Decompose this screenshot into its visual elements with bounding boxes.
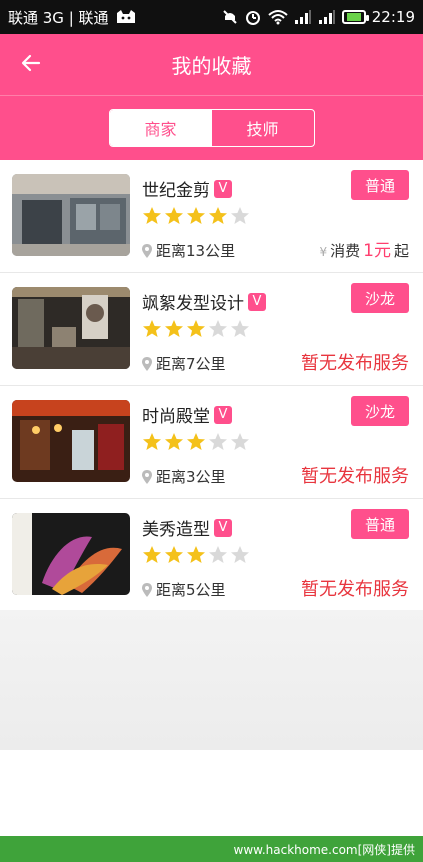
rating-stars <box>142 206 250 226</box>
shop-type-tag: 沙龙 <box>351 283 409 313</box>
no-service-status: 暂无发布服务 <box>301 353 409 374</box>
star-filled-icon <box>165 546 183 563</box>
tab-technicians[interactable]: 技师 <box>212 110 314 146</box>
verified-badge: V <box>214 518 232 537</box>
header-bar: 我的收藏 <box>0 34 423 96</box>
tab-bar: 商家 技师 <box>0 96 423 160</box>
signal-icon-2 <box>318 9 336 25</box>
page-title: 我的收藏 <box>171 54 252 78</box>
signal-icon-1 <box>294 9 312 25</box>
star-empty-icon <box>209 320 227 337</box>
distance-info: 距离13公里 <box>142 240 235 261</box>
back-arrow-icon <box>21 54 41 76</box>
star-filled-icon <box>209 207 227 224</box>
star-filled-icon <box>165 320 183 337</box>
distance-text: 距离3公里 <box>156 468 226 486</box>
wifi-icon <box>268 9 288 25</box>
blank-area <box>0 750 423 836</box>
favorites-list: 世纪金剪 V 普通 距离13公里 ¥ 消费 1元 起 飒絮发型设计 V 沙龙 距… <box>0 160 423 612</box>
empty-area <box>0 610 423 750</box>
shop-name: 时尚殿堂 <box>142 407 210 427</box>
shop-type-tag: 普通 <box>351 170 409 200</box>
back-button[interactable] <box>16 50 46 80</box>
shop-thumbnail <box>12 400 130 482</box>
verified-badge: V <box>248 292 266 311</box>
star-filled-icon <box>187 433 205 450</box>
location-pin-icon <box>142 356 152 371</box>
carrier-text: 联通 3G | 联通 <box>8 8 109 27</box>
rating-stars <box>142 432 250 452</box>
star-filled-icon <box>187 207 205 224</box>
mute-icon <box>222 9 238 25</box>
star-empty-icon <box>231 433 249 450</box>
price-prefix: 消费 <box>330 242 361 260</box>
shop-name-row: 美秀造型 V <box>142 515 232 540</box>
distance-text: 距离13公里 <box>156 242 236 260</box>
verified-badge: V <box>214 405 232 424</box>
shop-type-tag: 普通 <box>351 509 409 539</box>
location-pin-icon <box>142 582 152 597</box>
shop-name-row: 飒絮发型设计 V <box>142 289 266 314</box>
star-empty-icon <box>209 433 227 450</box>
status-bar-left: 联通 3G | 联通 <box>8 7 137 28</box>
segmented-control: 商家 技师 <box>108 109 315 147</box>
currency-icon: ¥ <box>319 245 328 259</box>
star-empty-icon <box>209 546 227 563</box>
list-item[interactable]: 世纪金剪 V 普通 距离13公里 ¥ 消费 1元 起 <box>0 160 423 273</box>
location-pin-icon <box>142 243 152 258</box>
watermark-text: www.hackhome.com[网侠]提供 <box>233 842 416 857</box>
price-info: ¥ 消费 1元 起 <box>320 236 410 261</box>
distance-info: 距离7公里 <box>142 353 226 374</box>
distance-info: 距离5公里 <box>142 579 226 600</box>
tab-merchants[interactable]: 商家 <box>109 110 212 146</box>
distance-info: 距离3公里 <box>142 466 226 487</box>
cat-notification-icon <box>115 9 137 25</box>
star-filled-icon <box>165 433 183 450</box>
shop-name-row: 时尚殿堂 V <box>142 402 232 427</box>
shop-name-row: 世纪金剪 V <box>142 176 232 201</box>
shop-thumbnail <box>12 287 130 369</box>
status-bar: 联通 3G | 联通 22:19 <box>0 0 423 34</box>
shop-type-tag: 沙龙 <box>351 396 409 426</box>
star-filled-icon <box>187 320 205 337</box>
shop-thumbnail <box>12 513 130 595</box>
star-filled-icon <box>143 207 161 224</box>
battery-icon <box>341 10 369 24</box>
star-filled-icon <box>143 546 161 563</box>
list-item[interactable]: 时尚殿堂 V 沙龙 距离3公里 暂无发布服务 <box>0 386 423 499</box>
no-service-status: 暂无发布服务 <box>301 466 409 487</box>
shop-name: 飒絮发型设计 <box>142 294 244 314</box>
status-bar-right: 22:19 <box>222 8 415 26</box>
alarm-icon <box>244 8 262 26</box>
location-pin-icon <box>142 469 152 484</box>
price-suffix: 起 <box>393 242 409 260</box>
price-value: 1元 <box>363 241 391 261</box>
no-service-status: 暂无发布服务 <box>301 579 409 600</box>
star-filled-icon <box>143 433 161 450</box>
rating-stars <box>142 545 250 565</box>
star-empty-icon <box>231 546 249 563</box>
star-empty-icon <box>231 320 249 337</box>
star-filled-icon <box>187 546 205 563</box>
star-empty-icon <box>231 207 249 224</box>
rating-stars <box>142 319 250 339</box>
shop-name: 美秀造型 <box>142 520 210 540</box>
distance-text: 距离5公里 <box>156 581 226 599</box>
list-item[interactable]: 飒絮发型设计 V 沙龙 距离7公里 暂无发布服务 <box>0 273 423 386</box>
shop-name: 世纪金剪 <box>142 181 210 201</box>
shop-thumbnail <box>12 174 130 256</box>
watermark-bar: www.hackhome.com[网侠]提供 <box>0 836 423 862</box>
star-filled-icon <box>165 207 183 224</box>
distance-text: 距离7公里 <box>156 355 226 373</box>
list-item[interactable]: 美秀造型 V 普通 距离5公里 暂无发布服务 <box>0 499 423 612</box>
verified-badge: V <box>214 179 232 198</box>
status-time: 22:19 <box>371 8 415 26</box>
star-filled-icon <box>143 320 161 337</box>
